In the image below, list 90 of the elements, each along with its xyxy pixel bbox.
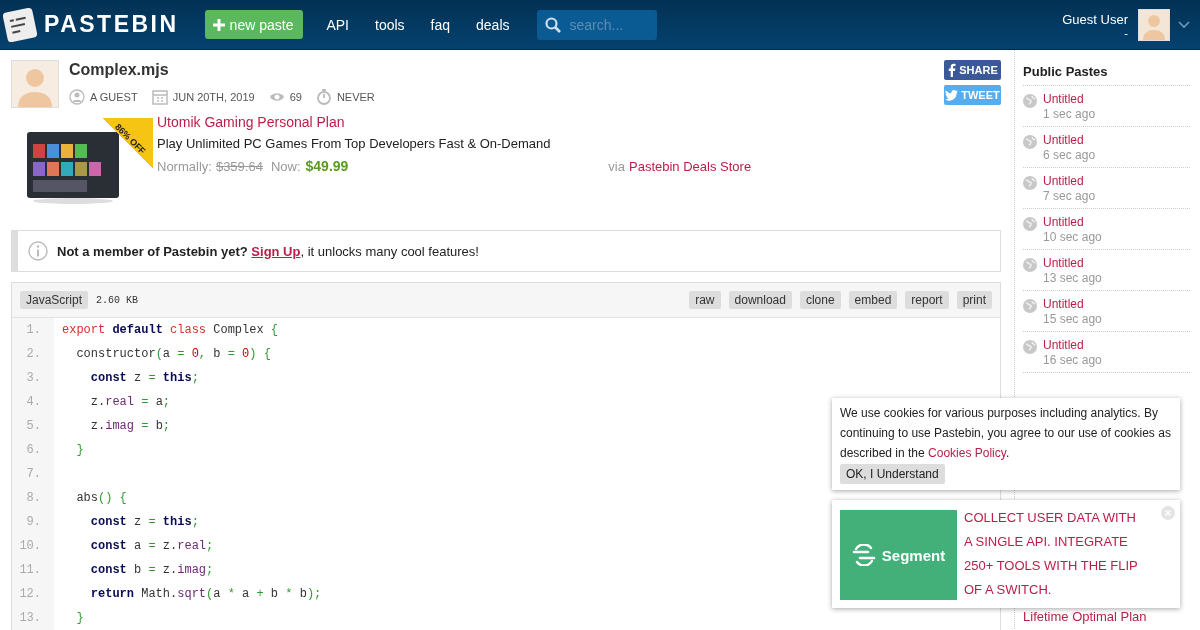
line-number: 6. (25, 443, 42, 457)
paste-action-button[interactable]: download (728, 291, 792, 309)
paste-time: 7 sec ago (1043, 189, 1096, 203)
accept-button[interactable]: OK, I Understand (840, 464, 945, 484)
paste-meta-text: A GUEST (90, 91, 138, 103)
ad-brand: Segment (881, 546, 946, 564)
paste-time: 16 sec ago (1043, 353, 1102, 367)
paste-link[interactable]: Untitled (1043, 215, 1102, 229)
paste-meta-text: JUN 20TH, 2019 (172, 91, 255, 103)
notice-text: Not a member of Pastebin yet? Sign Up, it unlocks many cool features! (57, 243, 479, 259)
line-number: 7. (25, 467, 42, 481)
price-label: Now: (270, 159, 301, 174)
code-line: const a = z.real; (89, 539, 214, 553)
paste-time: 13 sec ago (1043, 271, 1102, 285)
line-number: 3. (25, 371, 42, 385)
paste-link[interactable]: Untitled (1043, 133, 1096, 147)
chevron-down-icon[interactable] (1178, 20, 1190, 29)
nav-link[interactable]: tools (372, 16, 408, 33)
paste-time: 15 sec ago (1043, 312, 1102, 326)
code-line: } (75, 611, 84, 625)
paste-action-button[interactable]: raw (689, 291, 721, 309)
code-line: const z = this; (89, 515, 199, 529)
paste-link[interactable]: Untitled (1043, 92, 1096, 106)
paste-action-button[interactable]: clone (799, 291, 841, 309)
bird-icon (945, 89, 959, 101)
nav-link[interactable]: faq (427, 16, 454, 33)
facebook-icon (947, 63, 957, 77)
paste-time: 10 sec ago (1043, 230, 1102, 244)
language-tag[interactable]: JavaScript (20, 291, 89, 309)
deal-title-link[interactable]: Lifetime Optimal Plan (1023, 609, 1147, 624)
info-icon (28, 241, 48, 261)
avatar-icon (11, 60, 59, 108)
code-line: const z = this; (89, 371, 199, 385)
paste-link[interactable]: Untitled (1043, 297, 1102, 311)
facebook-share-button[interactable]: SHARE (944, 60, 1001, 80)
logo-icon (2, 6, 38, 43)
paste-link[interactable]: Untitled (1043, 338, 1102, 352)
code-line: export default class Complex { (62, 323, 279, 337)
code-line: z.imag = b; (89, 419, 171, 433)
code-line: } (75, 443, 84, 457)
nav-link[interactable]: deals (473, 16, 513, 33)
deal-subtitle: Play Unlimited PC Games From Top Developers Fast & On-Demand (157, 136, 552, 151)
line-number: 2. (25, 347, 42, 361)
line-number: 8. (25, 491, 42, 505)
paste-meta-text: NEVER (336, 91, 375, 103)
old-price: $359.64 (215, 159, 263, 174)
file-size: 2.60 KB (96, 294, 139, 306)
code-line: z.real = a; (89, 395, 171, 409)
via-label: via (608, 159, 625, 174)
line-number: 12. (18, 587, 42, 601)
cookies-policy-link[interactable]: Cookies Policy (928, 446, 1006, 460)
sidebar-title: Public Pastes (1023, 64, 1190, 86)
cookie-notice-text: We use cookies for various purposes including analytics. By continuing to use Pastebin, you agree to our use of cookies as described in the Cookies Policy. (840, 405, 1172, 462)
code-line: return Math.sqrt(a * a + b * b); (89, 587, 322, 601)
store-link[interactable]: Pastebin Deals Store (629, 159, 752, 174)
search-field[interactable]: search... (536, 9, 657, 40)
stopwatch-icon (315, 89, 332, 105)
line-number: 9. (25, 515, 42, 529)
paste-link[interactable]: Untitled (1043, 174, 1096, 188)
line-number: 13. (18, 611, 42, 625)
paste-title: Complex.mjs (69, 61, 170, 79)
site-logo[interactable]: PASTEBIN (44, 11, 179, 38)
line-number: 1. (25, 323, 42, 337)
code-line: abs() { (75, 491, 127, 505)
paste-meta-text: 69 (289, 91, 302, 103)
avatar-icon[interactable] (1138, 8, 1170, 41)
line-number: 10. (18, 539, 42, 553)
user-name[interactable]: Guest User (1062, 12, 1128, 27)
paste-action-button[interactable]: print (956, 291, 992, 309)
ad-text-link[interactable]: COLLECT USER DATA WITH A SINGLE API. INTEGRATE 250+ TOOLS WITH THE FLIP OF A SWITCH. (964, 506, 1142, 598)
paste-action-button[interactable]: embed (848, 291, 898, 309)
search-icon (544, 16, 561, 33)
code-line: const b = z.imag; (89, 563, 214, 577)
paste-time: 1 sec ago (1043, 107, 1096, 121)
line-number: 5. (25, 419, 42, 433)
calendar-icon (151, 89, 168, 105)
deal-price: $49.99 (305, 158, 349, 174)
code-line: constructor(a = 0, b = 0) { (75, 347, 271, 361)
paste-link[interactable]: Untitled (1043, 256, 1102, 270)
nav-link[interactable]: API (323, 16, 352, 33)
deal-title-link[interactable]: Utomik Gaming Personal Plan (157, 114, 752, 130)
paste-action-button[interactable]: report (905, 291, 949, 309)
plus-icon (212, 18, 225, 31)
line-number: 4. (25, 395, 42, 409)
user-subtitle: - (1124, 27, 1128, 39)
segment-logo-icon (851, 544, 876, 566)
line-number: 11. (18, 563, 42, 577)
user-icon (69, 89, 85, 105)
paste-time: 6 sec ago (1043, 148, 1096, 162)
price-label: Normally: (157, 159, 212, 174)
